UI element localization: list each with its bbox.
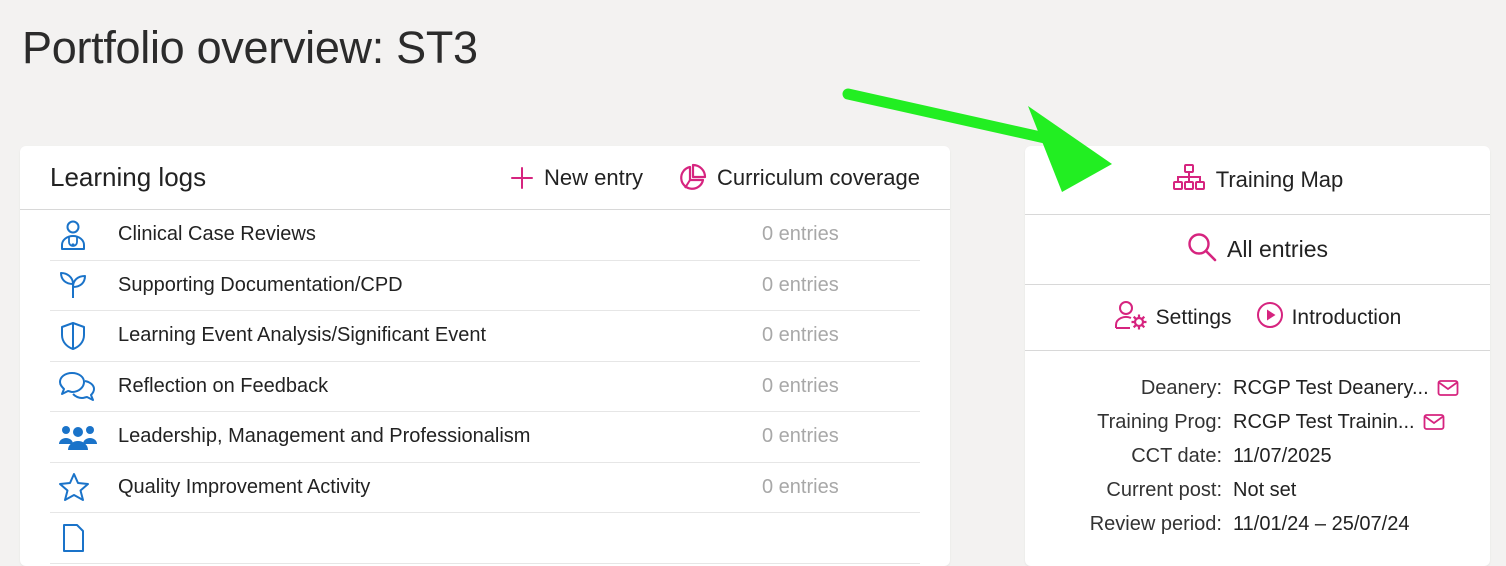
entry-count: 0 entries	[762, 425, 839, 448]
info-value: Not set	[1233, 478, 1297, 501]
chat-bubbles-icon	[50, 370, 102, 402]
info-value: 11/07/2025	[1233, 444, 1332, 467]
star-icon	[50, 472, 102, 502]
learning-logs-list: Clinical Case Reviews 0 entries Supporti…	[20, 210, 950, 564]
info-value-wrap: RCGP Test Deanery...	[1233, 377, 1459, 400]
info-row-review-period: Review period: 11/01/24 – 25/07/24	[1025, 507, 1490, 541]
info-key: Training Prog:	[1097, 410, 1222, 433]
info-key: Review period:	[1089, 512, 1222, 535]
introduction-button[interactable]: Introduction	[1256, 301, 1402, 335]
list-item[interactable]: Clinical Case Reviews 0 entries	[50, 210, 920, 261]
all-entries-button[interactable]: All entries	[1025, 215, 1490, 285]
settings-row: Settings Introduction	[1025, 285, 1490, 351]
list-item[interactable]: Reflection on Feedback 0 entries	[50, 362, 920, 412]
info-value: RCGP Test Deanery...	[1233, 376, 1429, 399]
shield-icon	[50, 321, 102, 351]
envelope-icon[interactable]	[1437, 379, 1459, 397]
document-icon	[50, 523, 102, 553]
search-icon	[1187, 232, 1217, 268]
learning-logs-card: Learning logs New entry Curriculum cover…	[20, 146, 950, 566]
info-key: Deanery:	[1140, 376, 1222, 399]
entry-count: 0 entries	[762, 374, 839, 397]
settings-button[interactable]: Settings	[1114, 300, 1232, 336]
pie-chart-icon	[677, 163, 707, 193]
plus-icon	[510, 166, 534, 190]
user-gear-icon	[1114, 300, 1148, 336]
list-item-label: Learning Event Analysis/Significant Even…	[118, 324, 486, 347]
list-item[interactable]: Leadership, Management and Professionali…	[50, 412, 920, 463]
curriculum-coverage-button[interactable]: Curriculum coverage	[677, 163, 920, 193]
new-entry-label: New entry	[543, 164, 644, 190]
list-item[interactable]	[50, 513, 920, 564]
info-row-training-prog: Training Prog: RCGP Test Trainin...	[1025, 405, 1490, 439]
info-row-deanery: Deanery: RCGP Test Deanery...	[1025, 371, 1490, 405]
entry-count: 0 entries	[762, 223, 839, 246]
list-item[interactable]: Quality Improvement Activity 0 entries	[50, 463, 920, 513]
introduction-label: Introduction	[1291, 305, 1402, 329]
info-row-cct-date: CCT date: 11/07/2025	[1025, 439, 1490, 473]
entry-count: 0 entries	[762, 273, 839, 296]
curriculum-coverage-label: Curriculum coverage	[717, 164, 920, 190]
sprout-icon	[50, 270, 102, 300]
settings-label: Settings	[1155, 305, 1232, 329]
learning-logs-title: Learning logs	[50, 162, 207, 192]
learning-logs-header: Learning logs New entry Curriculum cover…	[20, 146, 950, 210]
info-key: CCT date:	[1131, 444, 1222, 467]
info-value: RCGP Test Trainin...	[1233, 410, 1415, 433]
list-item[interactable]: Supporting Documentation/CPD 0 entries	[50, 261, 920, 311]
training-map-button[interactable]: Training Map	[1025, 146, 1490, 215]
info-row-current-post: Current post: Not set	[1025, 473, 1490, 507]
entry-count: 0 entries	[762, 324, 839, 347]
info-value-wrap: RCGP Test Trainin...	[1233, 411, 1445, 434]
portfolio-info: Deanery: RCGP Test Deanery... Training P…	[1025, 351, 1490, 541]
envelope-icon[interactable]	[1423, 413, 1445, 431]
new-entry-button[interactable]: New entry	[510, 165, 643, 191]
group-icon	[50, 422, 102, 452]
list-item-label: Leadership, Management and Professionali…	[118, 425, 531, 448]
list-item[interactable]: Learning Event Analysis/Significant Even…	[50, 311, 920, 362]
list-item-label: Reflection on Feedback	[118, 374, 329, 397]
all-entries-label: All entries	[1227, 236, 1328, 262]
play-circle-icon	[1256, 301, 1284, 335]
portfolio-side-card: Training Map All entries Settings Introd…	[1025, 146, 1490, 566]
list-item-label: Supporting Documentation/CPD	[118, 273, 403, 296]
doctor-icon	[50, 219, 102, 251]
info-value: 11/01/24 – 25/07/24	[1233, 512, 1410, 535]
entry-count: 0 entries	[762, 475, 839, 498]
page-title: Portfolio overview: ST3	[22, 22, 478, 73]
training-map-label: Training Map	[1215, 167, 1344, 192]
list-item-label: Clinical Case Reviews	[118, 223, 316, 246]
list-item-label: Quality Improvement Activity	[118, 475, 371, 498]
sitemap-icon	[1172, 163, 1206, 197]
info-key: Current post:	[1106, 478, 1222, 501]
